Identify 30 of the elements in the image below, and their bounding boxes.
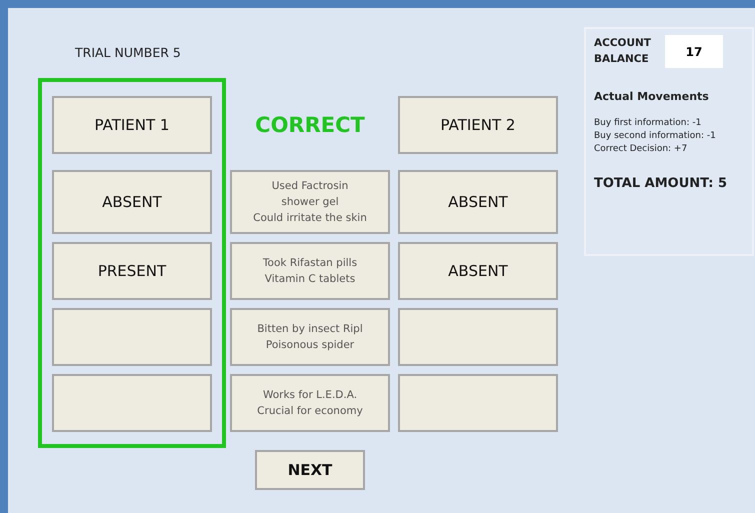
info-text: shower gel: [281, 194, 339, 210]
info-text: Vitamin C tablets: [264, 272, 356, 287]
answer-button[interactable]: ABSENT: [52, 170, 212, 234]
movements-title: Actual Movements: [594, 90, 710, 103]
answer-button[interactable]: [52, 308, 212, 366]
info-text: Works for L.E.D.A.: [262, 388, 358, 403]
answer-button[interactable]: [398, 308, 558, 366]
answer-button[interactable]: ABSENT: [398, 242, 558, 300]
movement-text: Buy first information: -1: [594, 117, 702, 130]
movement-text: Buy second information: -1: [594, 130, 717, 144]
trial-number: TRIAL NUMBER 5: [75, 45, 182, 60]
account-label: ACCOUNT: [594, 36, 651, 52]
answer-button[interactable]: [52, 374, 212, 432]
info-text: Bitten by insect Ripl: [257, 322, 363, 337]
movement-text: Correct Decision: +7: [594, 143, 688, 156]
result-text: CORRECT: [255, 112, 365, 139]
answer-button[interactable]: ABSENT: [398, 170, 558, 234]
info-text: Poisonous spider: [266, 338, 354, 353]
next-button[interactable]: NEXT: [255, 450, 365, 490]
info-text: Crucial for economy: [257, 404, 363, 419]
info-text: Used Factrosin: [272, 178, 348, 194]
account-label: BALANCE: [594, 52, 650, 66]
info-text: Could irritate the skin: [253, 211, 367, 226]
total-amount: TOTAL AMOUNT: 5: [594, 176, 728, 192]
balance-field: 17: [664, 35, 723, 68]
patient-button[interactable]: PATIENT 2: [398, 96, 558, 154]
answer-button[interactable]: PRESENT: [52, 242, 212, 300]
patient-button[interactable]: PATIENT 1: [52, 96, 212, 154]
info-text: Took Rifastan pills: [262, 256, 358, 271]
answer-button[interactable]: [398, 374, 558, 432]
